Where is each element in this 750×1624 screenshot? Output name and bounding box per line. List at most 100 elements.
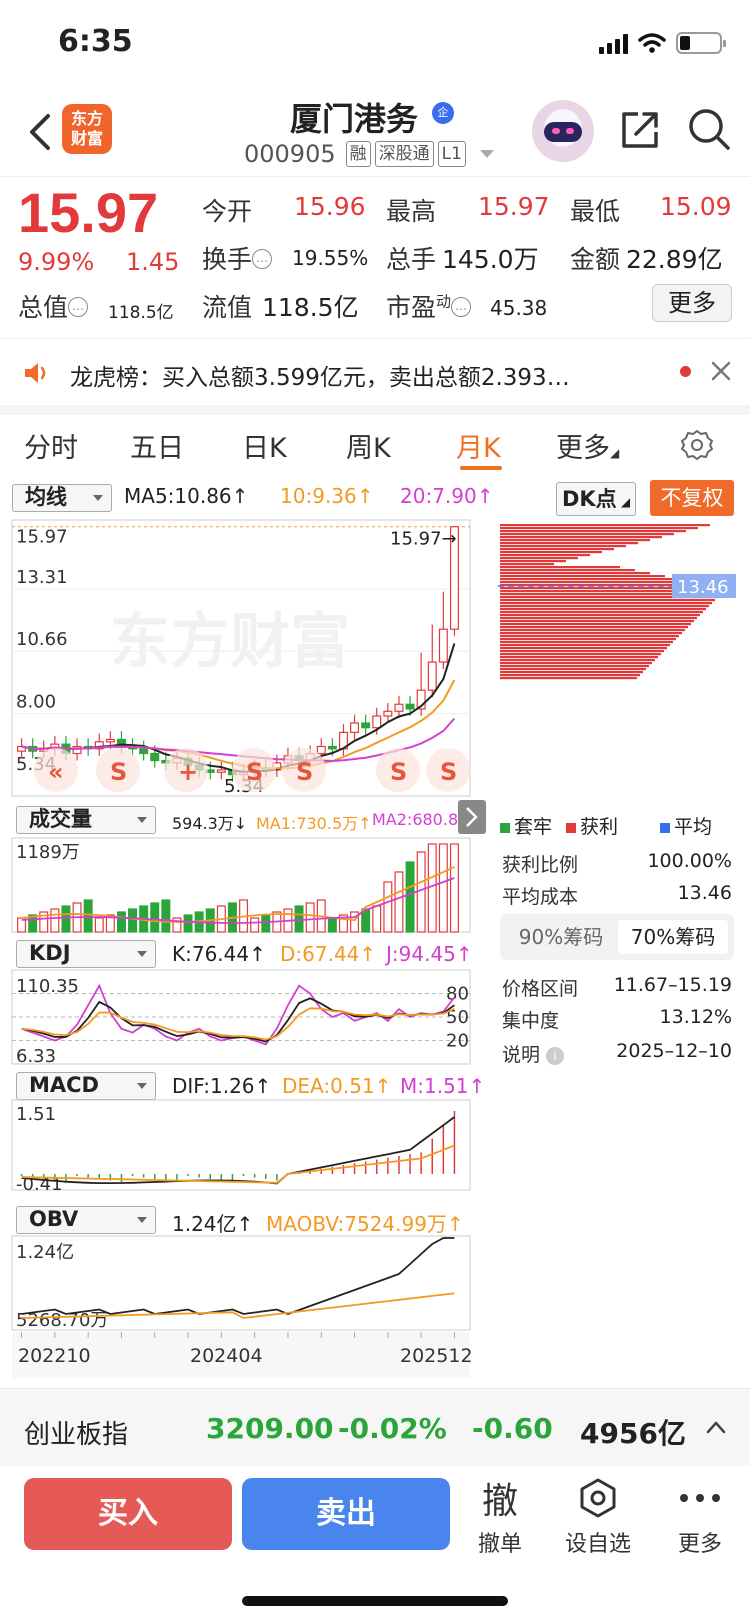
chip-bar: [500, 677, 637, 680]
candle-body: [105, 738, 115, 743]
chip-bar: [500, 617, 697, 620]
signal-badge: S: [110, 758, 127, 786]
legend-swatch: [566, 823, 577, 833]
volume-bar: [128, 908, 138, 933]
status-icons: [599, 30, 726, 56]
chip-bar: [500, 641, 673, 644]
chip-bar: [500, 671, 643, 674]
kdj-d-line: [21, 1007, 455, 1041]
chevron-up-icon[interactable]: [706, 1420, 726, 1434]
total-mv-label: 总值…: [18, 288, 89, 324]
volume-bar: [405, 861, 415, 933]
cancel-order-button[interactable]: 撤 撤单: [460, 1474, 540, 1558]
candle-body: [405, 703, 415, 710]
signal-badge: S: [296, 758, 313, 786]
chip-bar: [500, 614, 700, 617]
price-axis-label: 10.66: [16, 629, 68, 650]
tab-weekly-k[interactable]: 周K: [346, 426, 391, 465]
info-icon[interactable]: …: [252, 249, 273, 269]
chip-tab-90[interactable]: 90%筹码: [506, 920, 616, 954]
chip-bar: [500, 629, 685, 632]
info-icon[interactable]: i: [546, 1047, 565, 1065]
enterprise-badge: 企: [432, 102, 454, 124]
index-amount: 4956亿: [580, 1417, 686, 1450]
caret-down-icon[interactable]: [479, 150, 494, 158]
chip-bar: [500, 548, 614, 551]
chip-bar: [500, 530, 686, 533]
ai-assistant-avatar[interactable]: [532, 100, 594, 162]
index-point: 3209.00: [206, 1412, 334, 1445]
candle-body: [383, 710, 393, 717]
chip-bar: [500, 572, 650, 575]
tab-five-day[interactable]: 五日: [130, 426, 184, 465]
high-value: 15.97: [478, 192, 550, 221]
chip-bar: [500, 527, 698, 530]
candle-body: [216, 769, 226, 773]
more-actions-button[interactable]: 更多: [660, 1474, 740, 1558]
speaker-icon: [25, 363, 46, 383]
add-watchlist-button[interactable]: 设自选: [558, 1474, 638, 1558]
x-axis-label: 202210: [18, 1345, 91, 1367]
chip-bar: [500, 599, 715, 602]
candle-body: [394, 703, 404, 712]
back-icon[interactable]: [22, 110, 62, 154]
tag-level: L1: [437, 141, 466, 167]
sell-button[interactable]: 卖出: [242, 1478, 450, 1550]
tab-monthly-k[interactable]: 月K: [456, 426, 501, 465]
profit-ratio-value: 100.00%: [647, 850, 732, 872]
gear-icon[interactable]: [680, 428, 714, 462]
concentration-label: 集中度: [502, 1010, 560, 1032]
total-mv-value: 118.5亿: [108, 303, 174, 323]
pe-value: 45.38: [490, 296, 548, 320]
volume-bar: [327, 917, 337, 933]
buy-button[interactable]: 买入: [24, 1478, 232, 1550]
scroll-right-icon[interactable]: [458, 800, 486, 834]
chip-bar: [500, 575, 665, 578]
share-icon[interactable]: [618, 108, 662, 152]
chip-bar: [500, 668, 646, 671]
search-icon[interactable]: [686, 106, 732, 152]
tab-daily-k[interactable]: 日K: [242, 426, 287, 465]
more-dots-icon: [660, 1474, 740, 1522]
legend-swatch: [500, 823, 510, 833]
cancel-order-label: 撤单: [477, 1532, 522, 1557]
stock-code-row[interactable]: 000905 融 深股通 L1: [244, 140, 494, 168]
chip-bar: [500, 542, 638, 545]
x-axis-label: 202404: [190, 1345, 263, 1367]
volume-bar: [161, 899, 171, 933]
change-percent: 9.99%: [18, 248, 95, 276]
tab-more[interactable]: 更多◢: [556, 426, 619, 465]
chip-bar: [500, 545, 626, 548]
candle-body: [427, 661, 437, 691]
float-mv-label: 流值: [202, 293, 253, 322]
kdj-level-label: 20: [446, 1031, 469, 1052]
more-quote-button[interactable]: 更多: [652, 284, 732, 322]
chip-bar: [500, 539, 650, 542]
notice-text[interactable]: 龙虎榜：买入总额3.599亿元，卖出总额2.393…: [70, 358, 650, 392]
volume-bar: [50, 908, 60, 933]
close-icon[interactable]: [710, 360, 732, 382]
last-price: 15.97: [18, 181, 159, 244]
watchlist-icon: [558, 1474, 638, 1522]
float-mv-value: 118.5亿: [262, 293, 359, 322]
volume-bar: [427, 843, 437, 933]
chip-legend: 套牢 获利 平均: [500, 812, 712, 839]
amount-label: 金额: [570, 245, 621, 274]
volume-bar: [416, 851, 426, 933]
note-label[interactable]: 说明 i: [502, 1040, 565, 1067]
index-change: -0.60: [472, 1412, 553, 1445]
chip-bar: [500, 626, 688, 629]
chip-tabs: 90%筹码 70%筹码: [500, 914, 734, 960]
tab-intraday[interactable]: 分时: [24, 426, 78, 465]
chip-tab-70[interactable]: 70%筹码: [618, 920, 728, 954]
index-name: 创业板指: [24, 1420, 129, 1450]
chip-bar: [500, 650, 664, 653]
volume-label: 总手: [386, 245, 437, 274]
info-icon[interactable]: …: [68, 297, 89, 317]
pe-label: 市盈动…: [386, 288, 472, 324]
info-icon[interactable]: …: [451, 297, 472, 317]
signal-badge: «: [48, 758, 64, 786]
macd-axis-top: 1.51: [16, 1104, 56, 1125]
chip-bar: [500, 623, 691, 626]
active-tab-indicator: [460, 466, 502, 470]
